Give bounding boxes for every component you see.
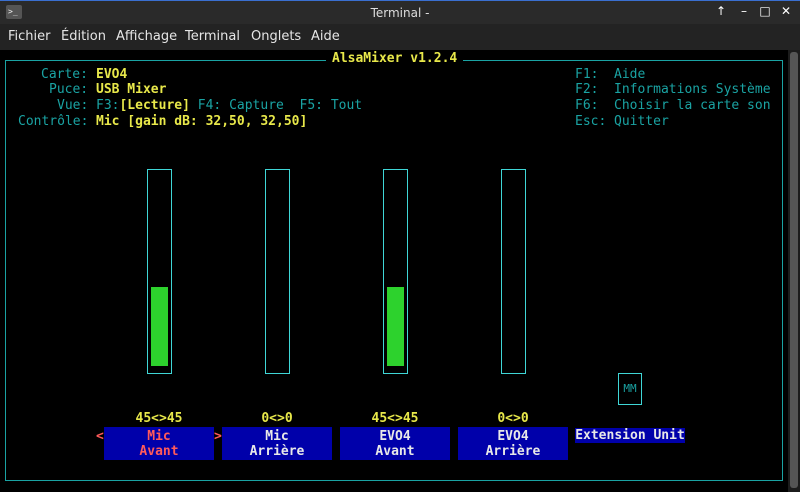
channel-name: Mic	[265, 429, 289, 444]
close-icon[interactable]: ✕	[779, 4, 793, 18]
scrollbar-thumb[interactable]	[790, 52, 798, 488]
channel-mic-arriere[interactable]: Mic Arrière	[222, 427, 332, 460]
help-text: Choisir la carte son	[614, 98, 771, 113]
menu-bar: Fichier Édition Affichage Terminal Ongle…	[0, 24, 800, 50]
maximize-icon[interactable]: □	[758, 4, 772, 18]
channel-name: Avant	[139, 444, 179, 459]
channel-name: EVO4	[379, 429, 411, 444]
menu-affichage[interactable]: Affichage	[116, 29, 177, 44]
volume-value: 45<>45	[135, 411, 183, 426]
window-title: Terminal -	[370, 6, 430, 20]
volume-value: 45<>45	[371, 411, 419, 426]
help-text: Informations Système	[614, 82, 771, 97]
vue-label: Vue:	[57, 98, 89, 113]
minimize-icon[interactable]: –	[737, 4, 751, 18]
channel-name: Mic	[147, 429, 171, 444]
volume-fill	[151, 287, 168, 366]
volume-value: 0<>0	[261, 411, 293, 426]
help-text: Quitter	[614, 114, 669, 129]
extension-switch[interactable]: MM	[618, 373, 642, 405]
menu-fichier[interactable]: Fichier	[8, 29, 51, 44]
volume-bar[interactable]	[383, 169, 408, 374]
vue-lecture: [Lecture]	[119, 98, 190, 113]
volume-bar[interactable]	[147, 169, 172, 374]
carte-value: EVO4	[96, 67, 128, 82]
channel-evo4-arriere[interactable]: EVO4 Arrière	[458, 427, 568, 460]
selected-left-arrow: <	[96, 429, 104, 444]
vue-f3: F3:	[96, 98, 120, 113]
help-key: Esc:	[575, 114, 607, 129]
channel-name: Avant	[375, 444, 415, 459]
volume-value: 0<>0	[497, 411, 529, 426]
puce-label: Puce:	[49, 82, 89, 97]
scrollbar[interactable]	[788, 50, 800, 492]
terminal-area[interactable]: AlsaMixer v1.2.4 Carte: EVO4 Puce: USB M…	[0, 50, 788, 492]
help-key: F1:	[575, 67, 599, 82]
channel-mic-avant[interactable]: Mic Avant	[104, 427, 214, 460]
controle-label: Contrôle:	[18, 114, 89, 129]
menu-onglets[interactable]: Onglets	[251, 29, 301, 44]
controle-value: Mic [gain dB: 32,50, 32,50]	[96, 114, 308, 129]
menu-aide[interactable]: Aide	[311, 29, 340, 44]
channel-name: Arrière	[485, 444, 541, 459]
mixer-title: AlsaMixer v1.2.4	[326, 51, 464, 66]
keep-above-icon[interactable]: ↑	[714, 4, 728, 18]
channel-name: Arrière	[249, 444, 305, 459]
volume-fill	[387, 287, 404, 366]
title-bar: >_ Terminal - ↑ – □ ✕	[0, 0, 800, 24]
channel-extension-unit[interactable]: Extension Unit	[575, 428, 685, 443]
help-text: Aide	[614, 67, 646, 82]
vue-options: F3:[Lecture] F4: Capture F5: Tout	[96, 98, 362, 113]
vue-rest: F4: Capture F5: Tout	[189, 98, 363, 113]
channel-name: EVO4	[497, 429, 529, 444]
puce-value: USB Mixer	[96, 82, 167, 97]
menu-terminal[interactable]: Terminal	[185, 29, 240, 44]
channel-evo4-avant[interactable]: EVO4 Avant	[340, 427, 450, 460]
selected-right-arrow: >	[214, 429, 222, 444]
volume-bar[interactable]	[501, 169, 526, 374]
help-key: F6:	[575, 98, 599, 113]
carte-label: Carte:	[41, 67, 88, 82]
help-key: F2:	[575, 82, 599, 97]
menu-edition[interactable]: Édition	[61, 29, 106, 44]
volume-bar[interactable]	[265, 169, 290, 374]
